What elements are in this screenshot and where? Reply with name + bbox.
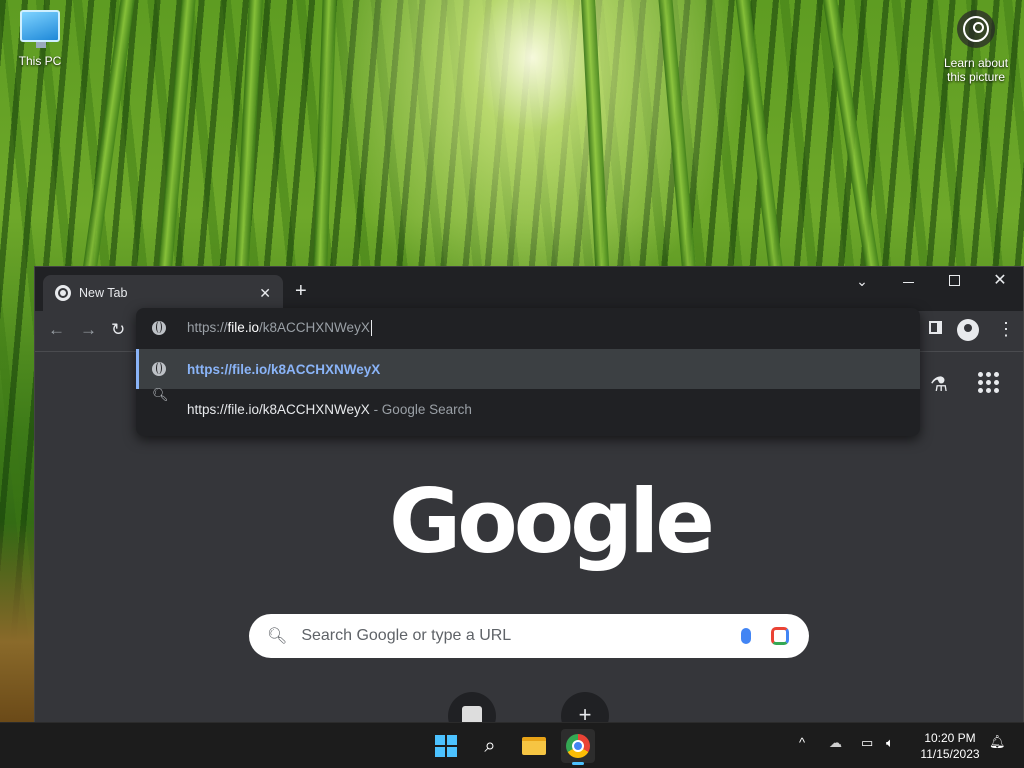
windows-logo-icon [435, 735, 457, 757]
clock-date: 11/15/2023 [920, 747, 980, 761]
side-panel-icon [929, 321, 942, 334]
desktop-icon-this-pc[interactable]: This PC [12, 10, 68, 68]
google-apps-icon[interactable] [978, 372, 999, 393]
desktop-icon-learn-about-picture[interactable]: Learn about this picture [936, 10, 1016, 84]
onedrive-icon[interactable]: ☁ [829, 735, 842, 751]
address-input[interactable]: https://file.io/k8ACCHXNWeyX [187, 319, 372, 337]
suggestion-text: https://file.io/k8ACCHXNWeyX [187, 361, 381, 377]
omnibox-suggestion-search[interactable]: 🔍︎ https://file.io/k8ACCHXNWeyX - Google… [136, 387, 920, 429]
globe-icon [152, 362, 166, 376]
chrome-tab-icon [55, 285, 71, 301]
url-path: /k8ACCHXNWeyX [259, 319, 370, 335]
maximize-icon [948, 275, 960, 286]
suggestion-suffix: - Google Search [369, 401, 472, 417]
volume-muted-icon[interactable]: 🔈︎ [886, 735, 894, 751]
tab-title: New Tab [79, 286, 128, 300]
chrome-taskbar-button[interactable] [561, 729, 595, 765]
show-hidden-icons-button[interactable]: ^ [799, 735, 805, 750]
google-lens-icon[interactable] [771, 627, 789, 645]
suggestion-text: https://file.io/k8ACCHXNWeyX - Google Se… [187, 402, 472, 417]
folder-icon [522, 737, 546, 755]
microphone-icon[interactable] [741, 628, 751, 644]
back-button[interactable]: ← [48, 320, 65, 340]
omnibox-suggestion-url[interactable]: https://file.io/k8ACCHXNWeyX [136, 349, 920, 389]
desktop-icon-label: This PC [18, 54, 62, 68]
title-bar: New Tab ✕ + ⌄ ✕ [35, 267, 1023, 311]
monitor-icon [20, 10, 60, 48]
suggestion-query: https://file.io/k8ACCHXNWeyX [187, 401, 370, 417]
minimize-button[interactable] [885, 271, 931, 291]
more-menu-button[interactable]: ⋮ [997, 320, 1015, 338]
tab-search-button[interactable]: ⌄ [839, 271, 885, 291]
system-clock[interactable]: 10:20 PM 11/15/2023 [914, 730, 986, 762]
reload-button[interactable]: ↻ [111, 320, 125, 340]
address-bar[interactable]: https://file.io/k8ACCHXNWeyX [136, 308, 920, 348]
search-icon: 🔍︎ [152, 387, 169, 402]
globe-icon [152, 321, 166, 335]
url-scheme: https:// [187, 319, 228, 335]
new-tab-button[interactable]: + [295, 279, 307, 303]
ntp-search-box[interactable]: 🔍︎ Search Google or type a URL [249, 614, 809, 658]
search-placeholder: Search Google or type a URL [301, 627, 512, 644]
minimize-icon [902, 281, 914, 284]
tab-close-icon[interactable]: ✕ [259, 285, 271, 302]
google-logo: Google [389, 470, 715, 573]
close-window-button[interactable]: ✕ [977, 271, 1023, 291]
omnibox-dropdown: https://file.io/k8ACCHXNWeyX https://fil… [136, 308, 920, 436]
profile-icon[interactable] [957, 319, 979, 341]
maximize-button[interactable] [931, 271, 977, 291]
search-icon: 🔍︎ [267, 628, 288, 645]
side-panel-button[interactable] [929, 321, 942, 339]
chrome-icon [566, 734, 590, 758]
text-caret [370, 320, 372, 337]
notifications-bell-icon[interactable]: 🔔︎ [989, 734, 1006, 750]
clock-time: 10:20 PM [924, 731, 976, 745]
search-icon: ⌕ [484, 734, 496, 757]
network-icon[interactable]: ▭ [861, 735, 873, 751]
forward-button[interactable]: → [80, 320, 97, 340]
taskbar: ⌕ ^ ☁ ▭ 🔈︎ 10:20 PM 11/15/2023 🔔︎ [0, 722, 1024, 768]
tab-new-tab[interactable]: New Tab ✕ [43, 275, 283, 311]
desktop-icon-label: Learn about this picture [943, 56, 1009, 84]
labs-flask-icon[interactable]: ⚗ [930, 372, 948, 397]
file-explorer-button[interactable] [517, 729, 551, 763]
url-host: file.io [227, 319, 260, 335]
start-button[interactable] [429, 729, 463, 763]
taskbar-search-button[interactable]: ⌕ [473, 729, 507, 763]
camera-icon [957, 10, 995, 48]
